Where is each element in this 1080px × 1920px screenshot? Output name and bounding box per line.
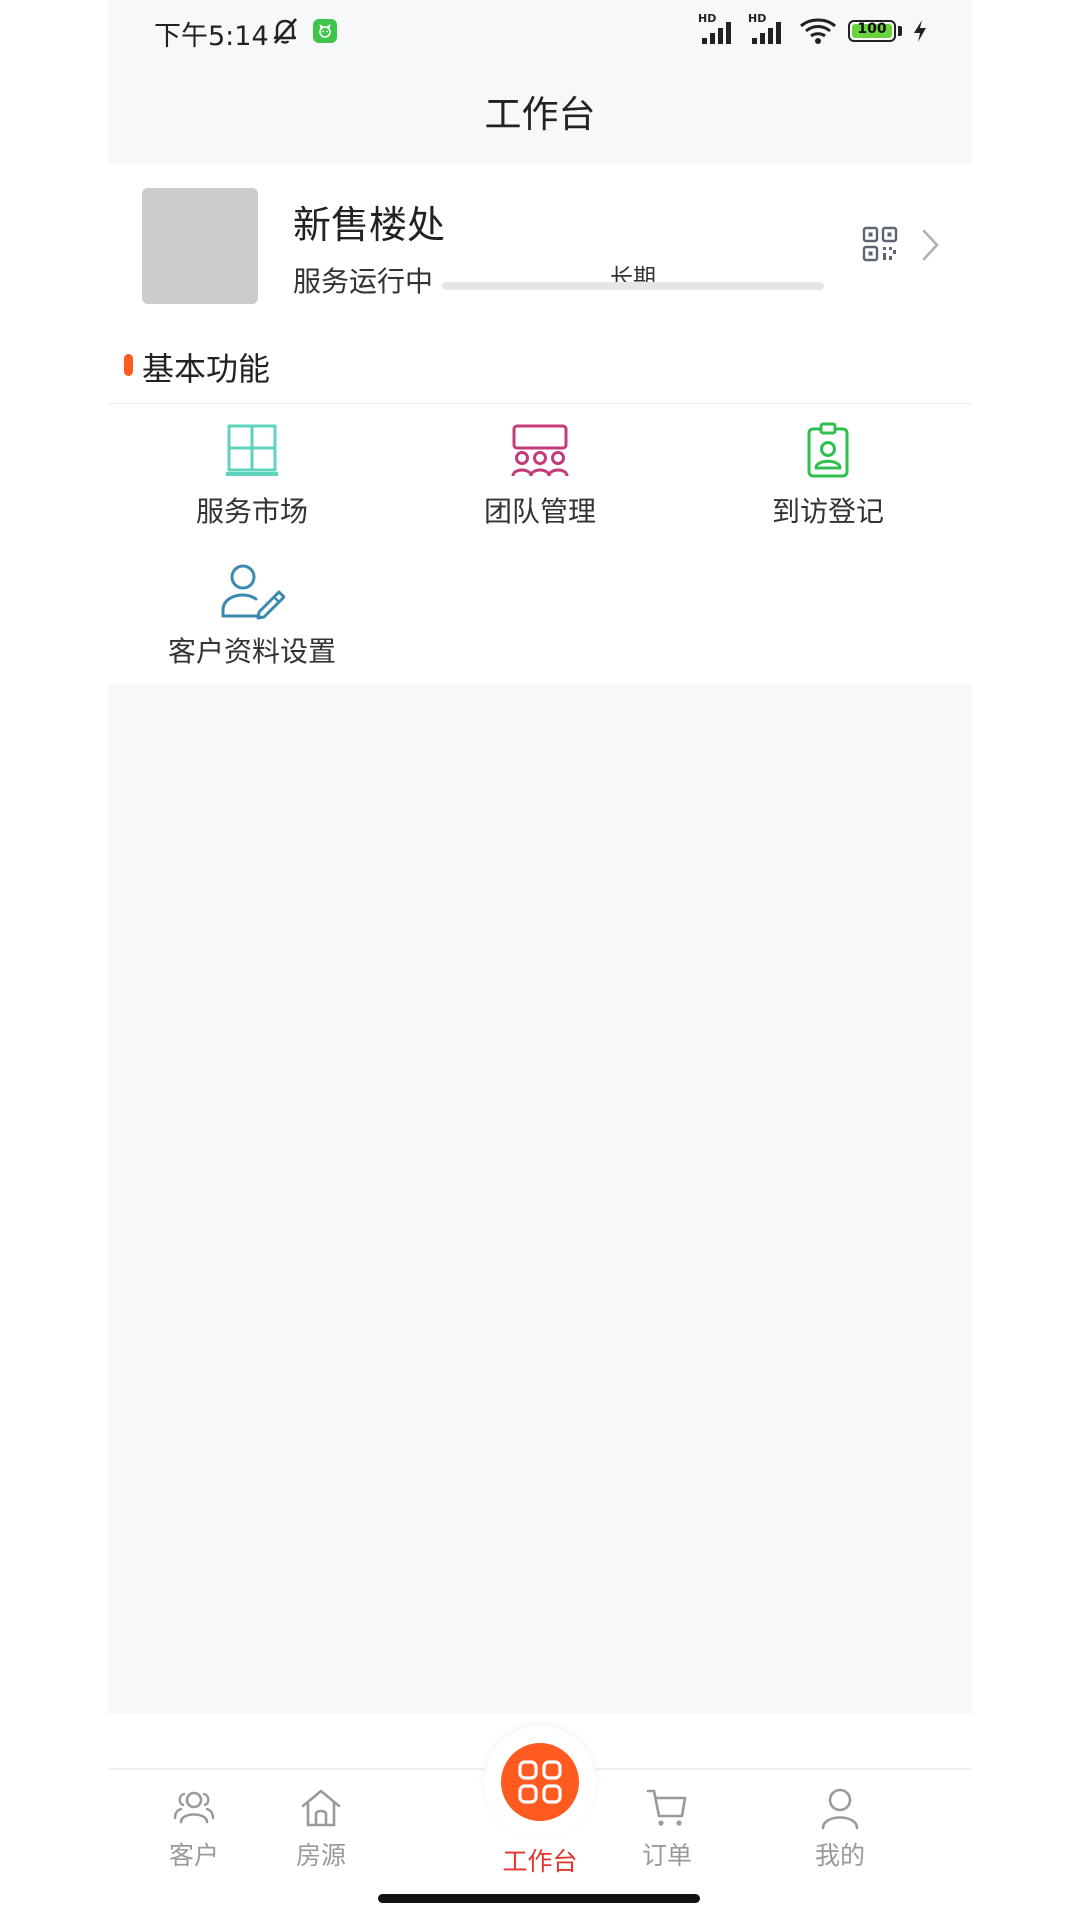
tab-label: 房源 [295, 1841, 346, 1870]
bell-off-icon [273, 18, 297, 44]
tab-label-active: 工作台 [502, 1847, 578, 1876]
app-screen: 下午5:14 HD HD 100 工作台 新售楼处 服务运行中 长期 基本功能 … [108, 0, 972, 1920]
chevron-right-icon[interactable] [920, 228, 942, 262]
content-empty-area [108, 684, 972, 1714]
section-header-basic: 基本功能 [108, 328, 972, 404]
function-customer-profile-settings[interactable]: 客户资料设置 [108, 544, 396, 684]
charging-icon [914, 20, 926, 42]
customers-icon [173, 1791, 215, 1824]
section-title: 基本功能 [142, 350, 271, 388]
user-edit-icon [221, 564, 285, 620]
battery-level: 100 [857, 21, 887, 37]
tab-profile[interactable]: 我的 [754, 1786, 926, 1876]
signal-icon-2: HD [748, 12, 788, 46]
project-thumbnail [142, 188, 258, 304]
function-grid: 服务市场 团队管理 到访登记 客户资料设置 [108, 404, 972, 684]
project-card[interactable]: 新售楼处 服务运行中 长期 [108, 164, 972, 328]
cart-icon [646, 1789, 687, 1826]
qr-code-icon[interactable] [862, 226, 898, 262]
battery-tip [898, 26, 902, 36]
tab-label: 订单 [641, 1841, 692, 1870]
status-right-icons: HD HD 100 [698, 12, 928, 48]
function-visitor-registration[interactable]: 到访登记 [684, 404, 972, 544]
wifi-icon [800, 18, 836, 44]
tab-workbench[interactable] [501, 1743, 579, 1821]
tab-listings[interactable]: 房源 [235, 1786, 407, 1876]
app-badge-icon [313, 19, 337, 43]
function-label: 到访登记 [771, 495, 884, 528]
function-label: 客户资料设置 [167, 635, 336, 668]
home-indicator[interactable] [378, 1894, 700, 1903]
battery-icon: 100 [848, 20, 896, 42]
function-service-market[interactable]: 服务市场 [108, 404, 396, 544]
nav-bar: 工作台 [108, 62, 972, 164]
workbench-grid-icon [518, 1760, 562, 1804]
window-grid-icon [226, 424, 278, 476]
status-left-icons [271, 14, 337, 48]
function-label: 服务市场 [195, 495, 308, 528]
visitor-badge-icon [807, 422, 849, 478]
team-icon [511, 424, 569, 477]
project-name: 新售楼处 [293, 203, 446, 247]
tab-workbench-label[interactable]: 工作台 [454, 1842, 626, 1878]
service-status: 服务运行中 [293, 265, 434, 298]
service-period-bar [442, 282, 824, 290]
status-bar: 下午5:14 HD HD 100 [108, 0, 972, 62]
profile-icon [821, 1788, 859, 1830]
signal-icon: HD [698, 12, 738, 46]
function-label: 团队管理 [483, 495, 596, 528]
tab-label: 我的 [814, 1841, 865, 1870]
section-marker [124, 354, 133, 376]
status-time: 下午5:14 [154, 21, 269, 52]
house-icon [301, 1789, 341, 1827]
page-title: 工作台 [484, 93, 596, 136]
tab-label: 客户 [168, 1841, 219, 1870]
function-team-management[interactable]: 团队管理 [396, 404, 684, 544]
